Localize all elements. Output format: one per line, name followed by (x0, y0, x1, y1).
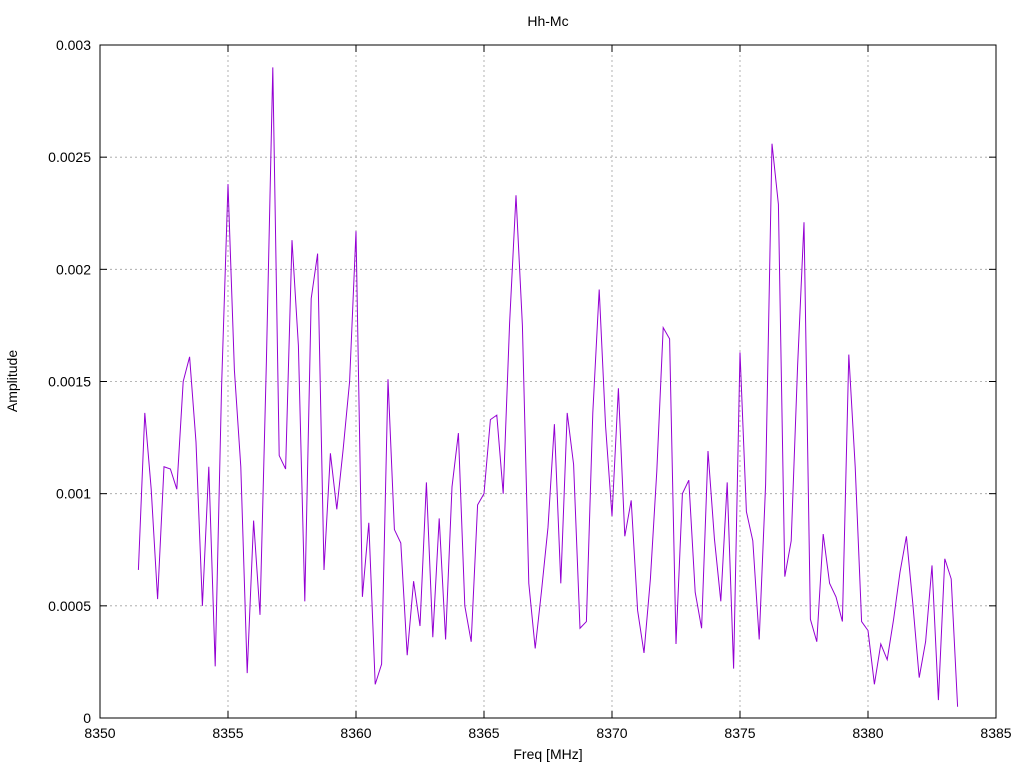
y-axis-label: Amplitude (4, 350, 20, 412)
x-tick-label: 8380 (852, 725, 883, 741)
y-tick-label: 0.0025 (48, 149, 91, 165)
y-tick-label: 0.003 (56, 37, 91, 53)
series-layer (137, 67, 959, 707)
y-tick-label: 0.002 (56, 261, 91, 277)
line-chart: 8350 8355 8360 8365 8370 8375 8380 8385 0 0.0005… (4, 13, 1012, 762)
y-tick-labels: 0 0.0005 0.001 0.0015 0.002 0.0025 0.003 (48, 37, 91, 726)
x-tick-labels: 8350 8355 8360 8365 8370 8375 8380 8385 (84, 725, 1011, 741)
chart-title: Hh-Mc (527, 13, 568, 29)
y-tick-label: 0.0015 (48, 374, 91, 390)
x-tick-label: 8375 (724, 725, 755, 741)
y-tick-label: 0.001 (56, 486, 91, 502)
series-line-0 (137, 67, 959, 707)
x-tick-label: 8355 (212, 725, 243, 741)
x-tick-label: 8365 (468, 725, 499, 741)
x-tick-label: 8385 (980, 725, 1011, 741)
y-tick-label: 0 (83, 710, 91, 726)
x-tick-label: 8350 (84, 725, 115, 741)
x-tick-label: 8370 (596, 725, 627, 741)
y-tick-label: 0.0005 (48, 598, 91, 614)
x-axis-label: Freq [MHz] (513, 746, 582, 762)
x-tick-label: 8360 (340, 725, 371, 741)
